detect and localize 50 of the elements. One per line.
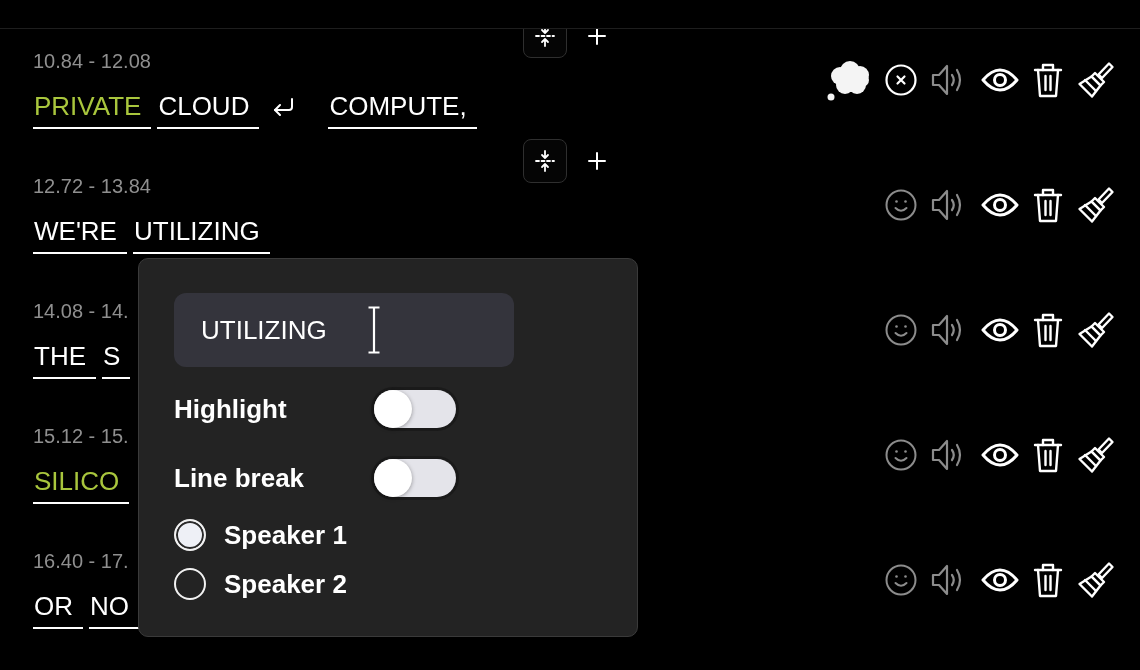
transcript-word[interactable]: COMPUTE,	[328, 89, 477, 129]
text-cursor-icon	[367, 306, 381, 354]
brush-icon[interactable]	[1077, 561, 1115, 599]
toggle-switch[interactable]	[374, 459, 456, 497]
timestamp: 16.40 - 17.	[33, 549, 129, 574]
trash-icon[interactable]	[1033, 187, 1063, 223]
timestamp: 15.12 - 15.	[33, 424, 129, 449]
toggle-label: Line break	[174, 462, 306, 494]
eye-icon[interactable]	[981, 442, 1019, 468]
radio-label[interactable]: Speaker 2	[224, 568, 347, 600]
transcript-word[interactable]: CLOUD	[157, 89, 260, 129]
toggle-switch[interactable]	[374, 390, 456, 428]
word-input[interactable]: UTILIZING	[174, 293, 514, 367]
radio-button[interactable]	[174, 568, 206, 600]
brush-icon[interactable]	[1077, 186, 1115, 224]
eye-icon[interactable]	[981, 192, 1019, 218]
smiley-icon[interactable]	[885, 439, 917, 471]
timestamp: 14.08 - 14.	[33, 299, 129, 324]
smiley-icon[interactable]	[885, 314, 917, 346]
brush-icon[interactable]	[1077, 311, 1115, 349]
smiley-icon[interactable]	[885, 189, 917, 221]
trash-icon[interactable]	[1033, 62, 1063, 98]
transcript-word[interactable]: UTILIZING	[132, 214, 270, 254]
timestamp: 12.72 - 13.84	[33, 174, 151, 199]
eye-icon[interactable]	[981, 317, 1019, 343]
transcript-word[interactable]: SILICO	[33, 464, 130, 504]
transcript-word[interactable]: S	[102, 339, 131, 379]
arrows-to-line-icon	[535, 150, 555, 172]
eye-icon[interactable]	[981, 567, 1019, 593]
transcript-word[interactable]: WE'RE	[33, 214, 127, 254]
plus-icon[interactable]	[588, 152, 606, 170]
trash-icon[interactable]	[1033, 312, 1063, 348]
radio-label[interactable]: Speaker 1	[224, 519, 347, 551]
radio-button[interactable]	[174, 519, 206, 551]
merge-button[interactable]	[523, 139, 567, 183]
trash-icon[interactable]	[1033, 437, 1063, 473]
trash-icon[interactable]	[1033, 562, 1063, 598]
transcript-word[interactable]: PRIVATE	[33, 89, 152, 129]
eye-icon[interactable]	[981, 67, 1019, 93]
thought-cloud-icon[interactable]	[827, 59, 871, 101]
plus-icon[interactable]	[588, 29, 606, 45]
brush-icon[interactable]	[1077, 61, 1115, 99]
transcript-word[interactable]: THE	[33, 339, 96, 379]
brush-icon[interactable]	[1077, 436, 1115, 474]
transcript-word[interactable]: OR	[33, 589, 83, 629]
toggle-label: Highlight	[174, 393, 288, 425]
arrows-to-line-icon	[535, 29, 555, 47]
smiley-icon[interactable]	[885, 564, 917, 596]
x-circle-icon[interactable]	[885, 64, 917, 96]
timestamp: 10.84 - 12.08	[33, 49, 151, 74]
